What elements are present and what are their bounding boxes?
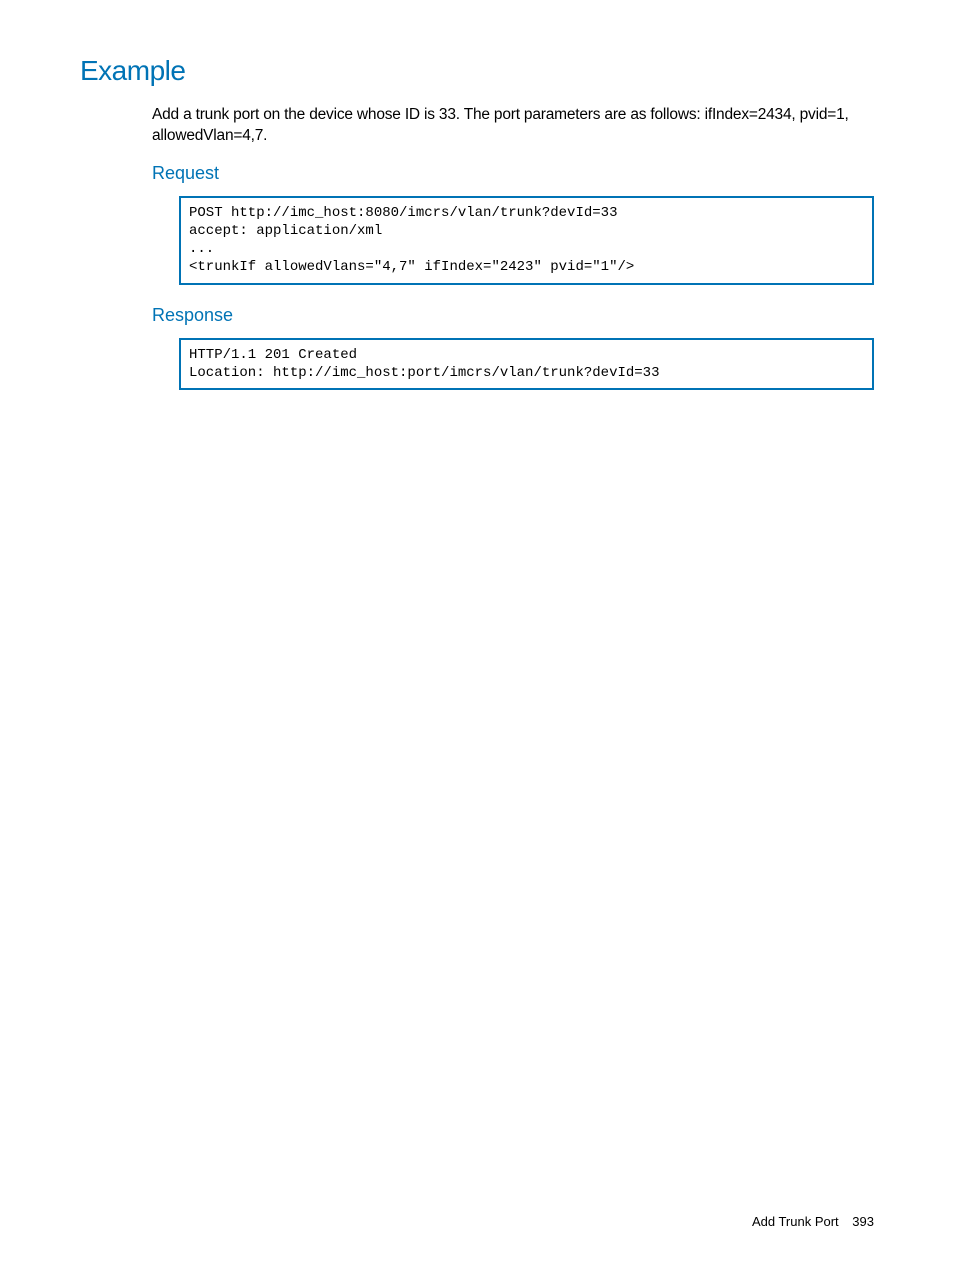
footer-title: Add Trunk Port	[752, 1214, 839, 1229]
page-footer: Add Trunk Port 393	[752, 1214, 874, 1229]
section-description: Add a trunk port on the device whose ID …	[152, 105, 874, 147]
request-code-block: POST http://imc_host:8080/imcrs/vlan/tru…	[179, 196, 874, 285]
response-code-block: HTTP/1.1 201 Created Location: http://im…	[179, 338, 874, 390]
response-heading: Response	[152, 305, 874, 326]
footer-page-number: 393	[852, 1214, 874, 1229]
request-heading: Request	[152, 163, 874, 184]
section-heading: Example	[80, 55, 874, 87]
